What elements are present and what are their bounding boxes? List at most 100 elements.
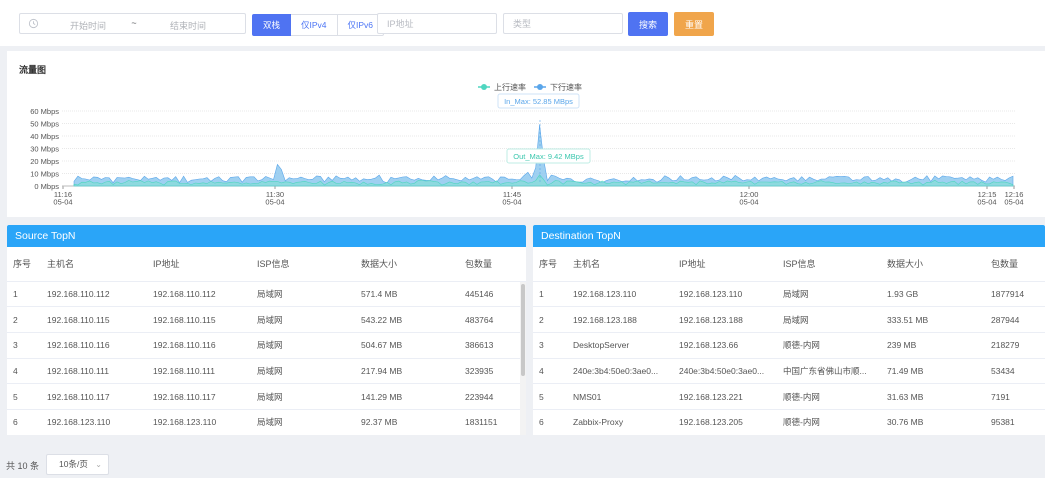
table-cell: 95381 xyxy=(985,409,1045,435)
table-cell: 386613 xyxy=(459,332,526,359)
table-cell: 504.67 MB xyxy=(355,332,459,359)
destination-topn-title: Destination TopN xyxy=(533,225,1045,247)
table-cell: 局域网 xyxy=(251,358,355,385)
table-cell: 192.168.123.188 xyxy=(673,306,777,333)
table-cell: 192.168.123.188 xyxy=(567,306,673,333)
table-cell: 31.63 MB xyxy=(881,383,985,410)
table-cell: 6 xyxy=(7,409,41,435)
type-input[interactable] xyxy=(503,13,623,34)
table-cell: 571.4 MB xyxy=(355,281,459,308)
table-cell: 1 xyxy=(533,281,567,308)
x-tick-date: 05-04 xyxy=(739,198,758,207)
column-header: 主机名 xyxy=(567,247,673,282)
table-cell: 92.37 MB xyxy=(355,409,459,435)
table-cell: 192.168.110.117 xyxy=(147,383,251,410)
legend-down-marker xyxy=(537,84,543,90)
table-cell: 141.29 MB xyxy=(355,383,459,410)
filter-bar: 开始时间 ~ 结束时间 双栈 仅IPv4 仅IPv6 搜索 重置 xyxy=(0,0,1045,46)
table-row[interactable]: 5 192.168.110.117 192.168.110.117 局域网 141.29… xyxy=(7,383,526,410)
start-time-input[interactable]: 开始时间 xyxy=(48,19,128,32)
end-time-input[interactable]: 结束时间 xyxy=(148,19,228,32)
y-axis: 0 Mbps10 Mbps20 Mbps30 Mbps40 Mbps50 Mbp… xyxy=(30,107,59,191)
table-cell: 218279 xyxy=(985,332,1045,359)
table-cell: 2 xyxy=(533,306,567,333)
table-cell: 240e:3b4:50e0:3ae0... xyxy=(567,358,673,385)
column-header: 包数量 xyxy=(985,247,1045,282)
table-row[interactable]: 6 192.168.123.110 192.168.123.110 局域网 92.37 … xyxy=(7,409,526,435)
table-cell: 192.168.110.112 xyxy=(147,281,251,308)
table-cell: 局域网 xyxy=(777,281,881,308)
table-cell: 192.168.110.111 xyxy=(41,358,147,385)
table-cell: 543.22 MB xyxy=(355,306,459,333)
table-cell: 192.168.123.205 xyxy=(673,409,777,435)
table-cell: 217.94 MB xyxy=(355,358,459,385)
table-cell: NMS01 xyxy=(567,383,673,410)
x-tick-date: 05-04 xyxy=(977,198,996,207)
table-cell: 6 xyxy=(533,409,567,435)
y-tick-label: 20 Mbps xyxy=(30,157,59,166)
reset-button[interactable]: 重置 xyxy=(674,12,714,36)
table-cell: 顺德-内网 xyxy=(777,383,881,410)
total-count: 共 10 条 xyxy=(6,461,40,471)
table-row[interactable]: 3 192.168.110.116 192.168.110.116 局域网 504.67… xyxy=(7,332,526,359)
chart-legend[interactable]: 上行速率 下行速率 xyxy=(478,82,582,92)
table-cell: 192.168.110.111 xyxy=(147,358,251,385)
table-row[interactable]: 5 NMS01 192.168.123.221 顺德-内网 31.63 MB 7191 xyxy=(533,383,1045,410)
x-tick-date: 05-04 xyxy=(1004,198,1023,207)
table-row[interactable]: 4 240e:3b4:50e0:3ae0... 240e:3b4:50e0:3ae0… xyxy=(533,358,1045,385)
table-cell: 483764 xyxy=(459,306,526,333)
table-cell: 5 xyxy=(7,383,41,410)
column-header: 序号 xyxy=(533,247,567,282)
table-cell: 287944 xyxy=(985,306,1045,333)
legend-up-label: 上行速率 xyxy=(494,82,526,92)
stack-option-ipv4[interactable]: 仅IPv4 xyxy=(291,14,338,36)
table-cell: 53434 xyxy=(985,358,1045,385)
table-cell: 192.168.123.221 xyxy=(673,383,777,410)
column-header: 主机名 xyxy=(41,247,147,282)
scrollbar-thumb[interactable] xyxy=(521,284,525,376)
table-cell: 192.168.123.110 xyxy=(147,409,251,435)
source-topn-panel: Source TopN 序号 主机名 IP地址 ISP信息 数据大小 包数量 1 192.1… xyxy=(7,225,526,435)
traffic-chart[interactable]: 上行速率 下行速率 0 Mbps10 Mbps20 Mbps30 Mbps40 … xyxy=(7,51,1045,217)
table-cell: 3 xyxy=(533,332,567,359)
table-row[interactable]: 4 192.168.110.111 192.168.110.111 局域网 217.94… xyxy=(7,358,526,385)
table-cell: 192.168.123.110 xyxy=(673,281,777,308)
clock-icon xyxy=(28,18,39,31)
table-cell: 333.51 MB xyxy=(881,306,985,333)
table-row[interactable]: 1 192.168.110.112 192.168.110.112 局域网 571.4 … xyxy=(7,281,526,308)
legend-up-marker xyxy=(481,84,487,90)
column-header: ISP信息 xyxy=(251,247,355,282)
table-cell: 192.168.110.116 xyxy=(147,332,251,359)
table-cell: Zabbix-Proxy xyxy=(567,409,673,435)
table-cell: 192.168.110.112 xyxy=(41,281,147,308)
table-cell: 30.76 MB xyxy=(881,409,985,435)
table-row[interactable]: 3 DesktopServer 192.168.123.66 顺德-内网 239 MB 2… xyxy=(533,332,1045,359)
y-tick-label: 30 Mbps xyxy=(30,145,59,154)
source-table-scrollbar[interactable] xyxy=(520,282,526,435)
x-tick-date: 05-04 xyxy=(502,198,521,207)
table-cell: 顺德-内网 xyxy=(777,409,881,435)
table-cell: 192.168.123.66 xyxy=(673,332,777,359)
ip-address-input[interactable] xyxy=(377,13,497,34)
tooltip-in-max: In_Max: 52.85 MBps xyxy=(497,93,580,109)
column-header: 序号 xyxy=(7,247,41,282)
table-cell: 1.93 GB xyxy=(881,281,985,308)
table-cell: 239 MB xyxy=(881,332,985,359)
search-button[interactable]: 搜索 xyxy=(628,12,668,36)
table-cell: 局域网 xyxy=(251,383,355,410)
column-header: 数据大小 xyxy=(355,247,459,282)
column-header: 数据大小 xyxy=(881,247,985,282)
table-cell: 192.168.110.116 xyxy=(41,332,147,359)
page-size-select[interactable]: 10条/页 ⌄ xyxy=(46,454,109,475)
table-row[interactable]: 2 192.168.123.188 192.168.123.188 局域网 333.51… xyxy=(533,306,1045,333)
table-cell: 192.168.123.110 xyxy=(41,409,147,435)
date-range-picker[interactable]: 开始时间 ~ 结束时间 xyxy=(19,13,246,34)
table-row[interactable]: 1 192.168.123.110 192.168.123.110 局域网 1.93 G… xyxy=(533,281,1045,308)
table-cell: 4 xyxy=(533,358,567,385)
stack-option-dual[interactable]: 双栈 xyxy=(252,14,292,36)
table-row[interactable]: 6 Zabbix-Proxy 192.168.123.205 顺德-内网 30.76 M… xyxy=(533,409,1045,435)
table-cell: 7191 xyxy=(985,383,1045,410)
tooltip-out-text: Out_Max: 9.42 MBps xyxy=(513,152,584,161)
column-header: IP地址 xyxy=(673,247,777,282)
table-row[interactable]: 2 192.168.110.115 192.168.110.115 局域网 543.22… xyxy=(7,306,526,333)
